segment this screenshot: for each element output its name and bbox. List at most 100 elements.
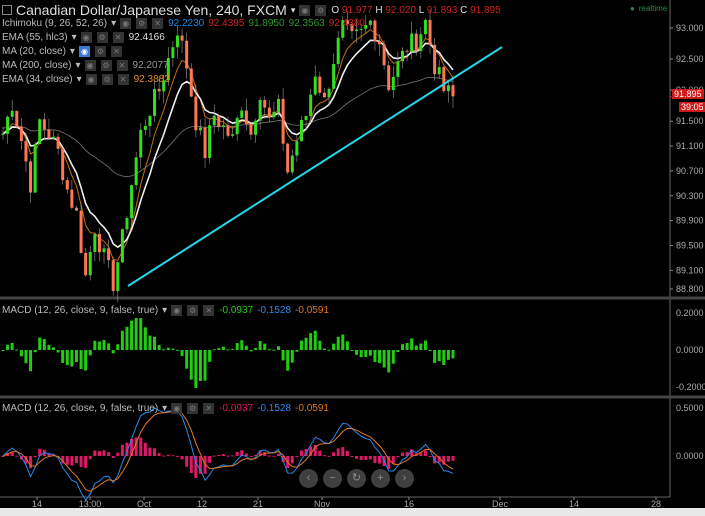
candle [254, 120, 258, 135]
macd2-histogram-bar [423, 450, 427, 456]
candle [52, 136, 56, 139]
macd2-histogram-bar [148, 447, 152, 456]
symbol-title[interactable]: Canadian Dollar/Japanese Yen, 240, FXCM [16, 2, 287, 18]
candle [373, 20, 377, 42]
indicator-name[interactable]: MACD (12, 26, close, 9, false, true) [2, 403, 158, 414]
macd1-histogram-bar [134, 318, 138, 350]
macd2-histogram-bar [299, 450, 303, 456]
candle [125, 218, 129, 230]
chevron-down-icon[interactable]: ▾ [291, 5, 296, 16]
candle [433, 44, 437, 75]
countdown-label: 39:05 [679, 102, 705, 112]
zoom-in-button[interactable]: + [371, 469, 390, 488]
scroll-left-button[interactable]: ‹ [299, 469, 318, 488]
gear-icon[interactable]: ⚙ [315, 4, 327, 16]
collapse-icon[interactable] [2, 5, 12, 15]
eye-icon[interactable]: ◉ [171, 403, 183, 414]
gear-icon[interactable]: ⚙ [136, 18, 148, 29]
eye-icon[interactable]: ◉ [80, 32, 92, 43]
macd1-histogram-bar [378, 350, 382, 364]
macd1-histogram-bar [1, 350, 5, 351]
close-icon[interactable]: ✕ [117, 74, 129, 85]
macd1-histogram-bar [382, 350, 386, 368]
y-tick-label: 91.500 [676, 116, 704, 126]
macd2-histogram-bar [290, 456, 294, 464]
candle [153, 88, 157, 116]
indicator-name[interactable]: Ichimoku (9, 26, 52, 26) [2, 18, 107, 29]
macd2-histogram-bar [84, 456, 88, 468]
eye-icon[interactable]: ◉ [171, 305, 183, 316]
eye-icon[interactable]: ◉ [85, 74, 97, 85]
indicator-name[interactable]: MA (20, close) [2, 46, 66, 57]
candle [405, 50, 409, 52]
macd2-histogram-bar [33, 456, 37, 458]
macd1-histogram-bar [313, 330, 317, 350]
close-icon[interactable]: ✕ [203, 403, 215, 414]
macd1-histogram-bar [153, 336, 157, 350]
eye-icon[interactable]: ◉ [84, 60, 96, 71]
macd1-histogram-bar [442, 350, 446, 366]
macd-value: -0.1528 [257, 305, 292, 316]
eye-icon[interactable]: ◉ [120, 18, 132, 29]
close-icon[interactable]: ✕ [116, 60, 128, 71]
gear-icon[interactable]: ⚙ [187, 403, 199, 414]
macd1-histogram-bar [148, 335, 152, 350]
candle [212, 115, 216, 126]
candle [322, 92, 326, 98]
macd1-histogram-bar [47, 344, 51, 350]
gear-icon[interactable]: ⚙ [187, 305, 199, 316]
indicator-value: 92.3882 [133, 74, 170, 85]
candle [180, 35, 184, 41]
candle [107, 248, 111, 261]
eye-icon[interactable]: ◉ [78, 46, 90, 57]
indicator-name[interactable]: EMA (55, hlc3) [2, 32, 68, 43]
candle [249, 124, 253, 135]
gear-icon[interactable]: ⚙ [101, 74, 113, 85]
close-icon[interactable]: ✕ [203, 305, 215, 316]
macd1-histogram-bar [410, 338, 414, 350]
gear-icon[interactable]: ⚙ [96, 32, 108, 43]
macd1-histogram-bar [345, 341, 349, 350]
c-label: C [460, 4, 468, 16]
scroll-right-button[interactable]: › [395, 469, 414, 488]
macd2-histogram-bar [217, 454, 221, 456]
close-icon[interactable]: ✕ [152, 18, 164, 29]
macd2-histogram-bar [97, 451, 101, 456]
macd1-histogram-bar [125, 326, 129, 350]
macd2-histogram-bar [70, 456, 74, 466]
macd1-histogram-bar [368, 350, 372, 356]
macd1-histogram-bar [29, 350, 33, 372]
close-icon[interactable]: ✕ [112, 32, 124, 43]
macd1-histogram-bar [263, 343, 267, 350]
macd1-histogram-bar [244, 345, 248, 350]
gear-icon[interactable]: ⚙ [100, 60, 112, 71]
macd2-histogram-bar [451, 456, 455, 461]
macd1-histogram-bar [221, 346, 225, 350]
macd1-histogram-bar [373, 350, 377, 363]
candle [6, 116, 10, 134]
macd2-histogram-bar [74, 456, 78, 464]
candle [396, 61, 400, 77]
indicator-name[interactable]: EMA (34, close) [2, 74, 73, 85]
macd2-histogram-bar [93, 450, 97, 456]
close-icon[interactable]: ✕ [110, 46, 122, 57]
zoom-out-button[interactable]: − [323, 469, 342, 488]
indicator-name[interactable]: MACD (12, 26, close, 9, false, true) [2, 305, 158, 316]
bottom-toolbar[interactable] [0, 508, 705, 516]
candle [148, 115, 152, 126]
candle [400, 50, 404, 62]
gear-icon[interactable]: ⚙ [94, 46, 106, 57]
candle [382, 44, 386, 66]
candle [97, 233, 101, 253]
macd1-histogram-bar [419, 343, 423, 350]
macd1-histogram-bar [189, 350, 193, 380]
reset-button[interactable]: ↻ [347, 469, 366, 488]
macd2-histogram-bar [208, 456, 212, 463]
macd2-histogram-bar [235, 451, 239, 456]
candle [194, 96, 198, 131]
candle [290, 155, 294, 173]
candle [258, 99, 262, 121]
indicator-name[interactable]: MA (200, close) [2, 60, 71, 71]
eye-icon[interactable]: ◉ [299, 4, 311, 16]
macd2-histogram-bar [221, 454, 225, 456]
